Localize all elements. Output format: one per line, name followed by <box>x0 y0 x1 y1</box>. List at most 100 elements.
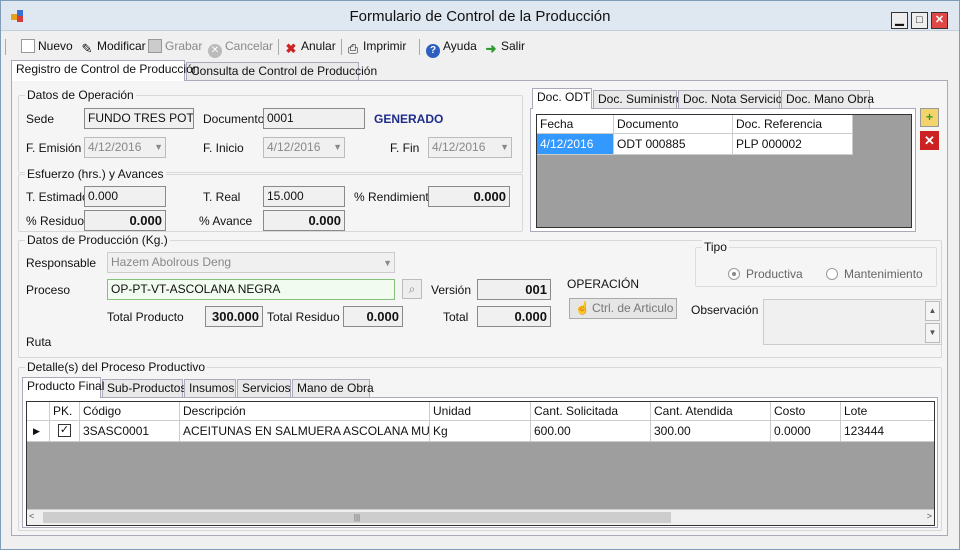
estimado-label: T. Estimado <box>26 190 89 204</box>
nuevo-button[interactable]: Nuevo <box>21 35 73 57</box>
add-folder-icon[interactable]: + <box>920 108 939 127</box>
toolbar: Nuevo ✎ Modificar Grabar ✕ Cancelar ✖ Anula… <box>5 35 955 58</box>
col-lote[interactable]: Lote <box>841 402 934 421</box>
tipo-title: Tipo <box>702 240 729 254</box>
exit-icon: ➜ <box>485 41 497 56</box>
detalle-grid[interactable]: PK. Código Descripción Unidad Cant. Soli… <box>26 401 935 526</box>
emision-date-picker[interactable]: 4/12/2016 ▼ <box>84 137 166 158</box>
col-pk[interactable]: PK. <box>50 402 80 421</box>
odt-cell-fecha[interactable]: 4/12/2016 <box>537 134 614 155</box>
total-residuo-field[interactable]: 0.000 <box>343 306 403 327</box>
estimado-field[interactable]: 0.000 <box>84 186 166 207</box>
fin-date-picker[interactable]: 4/12/2016 ▼ <box>428 137 512 158</box>
fin-label: F. Fin <box>390 141 420 155</box>
pk-checkbox[interactable]: ✓ <box>50 421 80 442</box>
help-icon: ? <box>426 44 440 58</box>
operacion-group: Datos de Operación Sede FUNDO TRES POTRI… <box>18 88 523 173</box>
tab-producto-final[interactable]: Producto Final <box>22 377 104 398</box>
inicio-date-picker[interactable]: 4/12/2016 ▼ <box>263 137 345 158</box>
cell-codigo[interactable]: 3SASC0001 <box>80 421 180 442</box>
col-codigo[interactable]: Código <box>80 402 180 421</box>
save-icon <box>148 39 162 53</box>
title-bar: Formulario de Control de la Producción ▁… <box>1 1 959 31</box>
inicio-label: F. Inicio <box>203 141 244 155</box>
total-producto-field[interactable]: 300.000 <box>205 306 263 327</box>
scrollbar-thumb[interactable]: ||| <box>43 512 671 523</box>
total-producto-label: Total Producto <box>107 310 184 324</box>
ayuda-button[interactable]: ? Ayuda <box>426 35 477 58</box>
tab-mano-de-obra[interactable]: Mano de Obra <box>292 379 374 398</box>
col-cant-atendida[interactable]: Cant. Atendida <box>651 402 771 421</box>
search-icon[interactable]: ⌕ <box>402 279 422 299</box>
avance-label: % Avance <box>199 214 253 228</box>
rendimiento-label: % Rendimiento <box>354 190 436 204</box>
odt-cell-documento[interactable]: ODT 000885 <box>614 134 733 155</box>
chevron-down-icon: ▼ <box>500 142 509 152</box>
tab-insumos[interactable]: Insumos <box>184 379 236 398</box>
observacion-textarea[interactable]: ▲ ▼ <box>763 299 942 345</box>
anular-button[interactable]: ✖ Anular <box>284 35 336 57</box>
tab-doc-nota-servicio[interactable]: Doc. Nota Servicio <box>678 90 782 109</box>
tipo-mantenimiento-radio[interactable] <box>826 268 838 280</box>
grabar-button[interactable]: Grabar <box>148 35 202 57</box>
total-label: Total <box>443 310 469 324</box>
col-cant-solicitada[interactable]: Cant. Solicitada <box>531 402 651 421</box>
horizontal-scrollbar[interactable]: < ||| > <box>27 509 934 525</box>
cell-cant-solicitada[interactable]: 600.00 <box>531 421 651 442</box>
tab-doc-suministro[interactable]: Doc. Suministro <box>593 90 683 109</box>
cell-lote[interactable]: 123444 <box>841 421 934 442</box>
col-unidad[interactable]: Unidad <box>430 402 531 421</box>
cell-descripcion[interactable]: ACEITUNAS EN SALMUERA ASCOLANA MUL... <box>180 421 430 442</box>
odt-col-referencia[interactable]: Doc. Referencia <box>733 115 853 134</box>
version-field[interactable]: 001 <box>477 279 551 300</box>
produccion-group: Datos de Producción (Kg.) Responsable Ha… <box>18 233 942 358</box>
close-button[interactable]: ✕ <box>931 12 948 29</box>
sede-label: Sede <box>26 112 55 126</box>
cell-costo[interactable]: 0.0000 <box>771 421 841 442</box>
rendimiento-field[interactable]: 0.000 <box>428 186 510 207</box>
registro-panel: Datos de Operación Sede FUNDO TRES POTRI… <box>11 80 948 536</box>
salir-button[interactable]: ➜ Salir <box>484 35 525 57</box>
row-selector-icon[interactable]: ▶ <box>27 421 50 442</box>
detalle-group: Detalle(s) del Proceso Productivo Produc… <box>18 360 942 531</box>
remove-icon[interactable]: ✕ <box>920 131 939 150</box>
tab-registro[interactable]: Registro de Control de Producción <box>11 60 199 81</box>
minimize-button[interactable]: ▁ <box>891 12 908 29</box>
operacion-label: OPERACIÓN <box>567 277 640 291</box>
scroll-right-icon[interactable]: > <box>927 511 932 521</box>
check-icon: ✓ <box>58 424 71 437</box>
proceso-field[interactable]: OP-PT-VT-ASCOLANA NEGRA <box>107 279 395 300</box>
maximize-button[interactable]: □ <box>911 12 928 29</box>
responsable-select[interactable]: Hazem Abolrous Deng ▼ <box>107 252 395 273</box>
cell-cant-atendida[interactable]: 300.00 <box>651 421 771 442</box>
scroll-left-icon[interactable]: < <box>29 511 34 521</box>
sede-field[interactable]: FUNDO TRES POTRILLOS <box>84 108 194 129</box>
ctrl-articulo-button[interactable]: ☝ Ctrl. de Articulo <box>569 298 677 319</box>
cell-unidad[interactable]: Kg <box>430 421 531 442</box>
tipo-productiva-radio[interactable] <box>728 268 740 280</box>
scroll-up-icon[interactable]: ▲ <box>925 301 940 321</box>
tab-consulta[interactable]: Consulta de Control de Producción <box>186 62 377 81</box>
tipo-mantenimiento-label: Mantenimiento <box>844 267 923 281</box>
odt-col-fecha[interactable]: Fecha <box>537 115 614 134</box>
tipo-productiva-label: Productiva <box>746 267 803 281</box>
total-field[interactable]: 0.000 <box>477 306 551 327</box>
tab-sub-productos[interactable]: Sub-Productos <box>102 379 186 398</box>
odt-col-documento[interactable]: Documento <box>614 115 733 134</box>
col-descripcion[interactable]: Descripción <box>180 402 430 421</box>
col-costo[interactable]: Costo <box>771 402 841 421</box>
tab-doc-mano-obra[interactable]: Doc. Mano Obra <box>781 90 874 109</box>
avance-field[interactable]: 0.000 <box>263 210 345 231</box>
real-field[interactable]: 15.000 <box>263 186 345 207</box>
tab-servicios[interactable]: Servicios <box>237 379 291 398</box>
tab-doc-odt[interactable]: Doc. ODT <box>532 88 592 109</box>
scroll-down-icon[interactable]: ▼ <box>925 323 940 343</box>
operacion-group-title: Datos de Operación <box>25 88 136 102</box>
odt-grid[interactable]: Fecha Documento Doc. Referencia 4/12/201… <box>536 114 912 228</box>
modificar-button[interactable]: ✎ Modificar <box>80 35 146 57</box>
odt-cell-referencia[interactable]: PLP 000002 <box>733 134 853 155</box>
documento-field[interactable]: 0001 <box>263 108 365 129</box>
cancelar-button[interactable]: ✕ Cancelar <box>208 35 273 58</box>
imprimir-button[interactable]: ⎙ Imprimir <box>346 35 407 57</box>
residuo-field[interactable]: 0.000 <box>84 210 166 231</box>
